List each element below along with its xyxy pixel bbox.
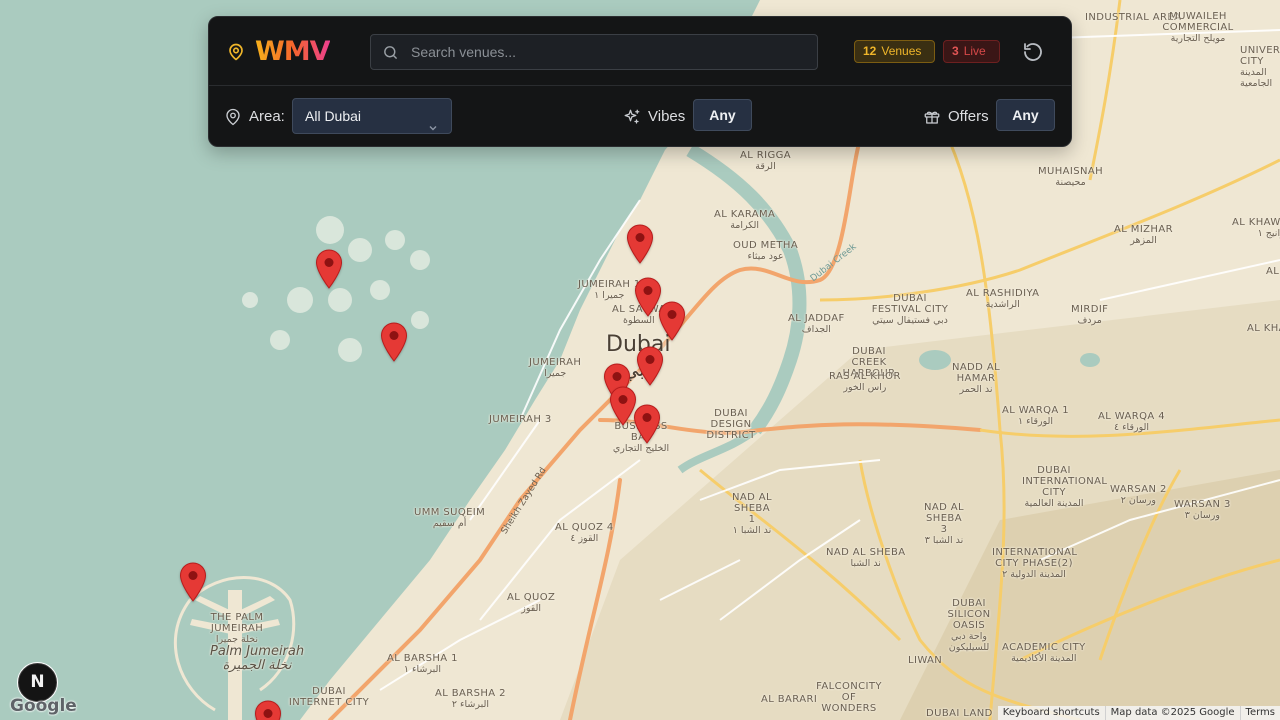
map-label: JUMEIRAH 1 جميرا ١ [578, 279, 641, 301]
venue-marker[interactable] [636, 346, 664, 386]
map-label: JUMEIRAH 3 [489, 414, 552, 425]
map-label: DUBAI INTERNET CITY [288, 686, 370, 708]
map-label: AL BARARI [761, 694, 818, 705]
map-label: AL [1266, 266, 1280, 277]
map-label: JUMEIRAH جميرا [529, 357, 582, 379]
map-label: LIWAN [908, 655, 943, 666]
terms-link[interactable]: Terms [1239, 706, 1280, 720]
map-label: ACADEMIC CITY المدينة الأكاديمية [1002, 642, 1086, 664]
map-label: NADD AL HAMAR ند الحمر [951, 362, 1001, 395]
map-label: AL KARAMA الكرامة [714, 209, 776, 231]
map-label: DUBAI LAND [926, 708, 993, 719]
vibes-label: Vibes [648, 108, 686, 125]
sparkles-icon [623, 108, 641, 126]
offers-label: Offers [948, 108, 989, 125]
vibes-filter-button[interactable]: Any [693, 99, 752, 131]
map-label: AL QUOZ 4 القوز ٤ [555, 522, 614, 544]
reset-button[interactable] [1021, 40, 1045, 64]
location-pin-icon [224, 108, 242, 126]
filters-row: Area: All Dubai Vibes Any Offers Any [209, 86, 1071, 148]
map-label: INTERNATIONAL CITY PHASE(2) المدينة الدول… [992, 547, 1078, 580]
map-label: NAD AL SHEBA 1 ند الشبا ١ [731, 492, 772, 536]
map-label: AL KHAWANEEJ 1الخوانيج ١ [1232, 217, 1280, 239]
map-label: AL QUOZ القوز [507, 592, 556, 614]
live-count-badge: 3 Live [943, 40, 1000, 63]
filter-panel: WMV 12Venues 3Live Area: All Dubai Vibes [208, 16, 1072, 147]
search-box[interactable] [370, 34, 818, 70]
venue-marker[interactable] [315, 249, 343, 289]
google-logo[interactable]: Google [10, 696, 77, 716]
search-icon [382, 44, 399, 61]
area-select[interactable]: All Dubai [292, 98, 452, 134]
map-label: MIRDIF مردف [1071, 304, 1109, 326]
map-label: UMM SUQEIM أم سقيم [414, 507, 486, 529]
map-label: WARSAN 2 ورسان ٢ [1110, 484, 1167, 506]
venue-marker[interactable] [380, 322, 408, 362]
map-label: NAD AL SHEBA ند الشبا [826, 547, 906, 569]
map-label: AL WARQA 1 الورقاء ١ [1002, 405, 1069, 427]
map-label: DUBAI FESTIVAL CITY دبي فستيفال سيتي [871, 293, 949, 326]
map-label: AL RASHIDIYA الراشدية [966, 288, 1040, 310]
map-label: THE PALM JUMEIRAH نخلة جميرا [210, 612, 264, 645]
map-label: DUBAI DESIGN DISTRICT [706, 408, 756, 441]
chevron-down-icon [428, 111, 438, 131]
map-label: AL MIZHAR المزهر [1114, 224, 1173, 246]
map-label: AL RIGGA الرقة [740, 150, 792, 172]
map-label: DUBAI SILICON OASIS واحة دبي للسيليكون [947, 598, 991, 653]
gift-icon [923, 108, 941, 126]
map-label: RAS AL KHOR راس الخور [829, 371, 901, 393]
map-label: NAD AL SHEBA 3 ند الشبا ٣ [923, 502, 964, 546]
map-label: AL KHAWANEEJ [1247, 323, 1280, 334]
map-label: UNIVERSITY CITYالمدينة الجامعية [1240, 45, 1280, 89]
venues-count-badge: 12 Venues [854, 40, 935, 63]
refresh-icon [1024, 43, 1042, 61]
map-label: DUBAI INTERNATIONAL CITY المدينة العالمية [1022, 465, 1108, 509]
area-label: Area: [249, 108, 285, 125]
offers-filter-button[interactable]: Any [996, 99, 1055, 131]
map-label: WARSAN 3 ورسان ٣ [1174, 499, 1231, 521]
map-label: AL JADDAF الجداف [788, 313, 845, 335]
venue-marker[interactable] [254, 700, 282, 720]
venue-marker[interactable] [626, 224, 654, 264]
venue-marker[interactable] [633, 404, 661, 444]
keyboard-shortcuts-link[interactable]: Keyboard shortcuts [998, 706, 1105, 720]
brand-logo[interactable]: WMV [255, 36, 331, 68]
palm-jumeirah-label: Palm Jumeirah نخلة الجميرة [210, 644, 305, 673]
map-attribution: Keyboard shortcuts Map data ©2025 Google… [997, 706, 1280, 720]
map-label: MUHAISNAH محيصنة [1038, 166, 1104, 188]
map-label: AL BARSHA 1 البرشاء ١ [387, 653, 458, 675]
header-row: WMV 12Venues 3Live [209, 17, 1071, 86]
map-label: FALCONCITY OF WONDERS [816, 681, 882, 714]
map-pin-icon [227, 43, 245, 61]
search-input[interactable] [411, 35, 811, 69]
venue-marker[interactable] [658, 301, 686, 341]
map-label: OUD METHA عود ميثاء [733, 240, 799, 262]
area-select-value: All Dubai [305, 108, 362, 124]
venue-marker[interactable] [179, 562, 207, 602]
map-data-text: Map data ©2025 Google [1104, 706, 1240, 720]
map-label: MUWAILEH COMMERCIAL مويلح التجارية [1162, 11, 1234, 44]
map-label: AL WARQA 4 الورقاء ٤ [1098, 411, 1165, 433]
map-label: AL BARSHA 2 البرشاء ٢ [435, 688, 506, 710]
